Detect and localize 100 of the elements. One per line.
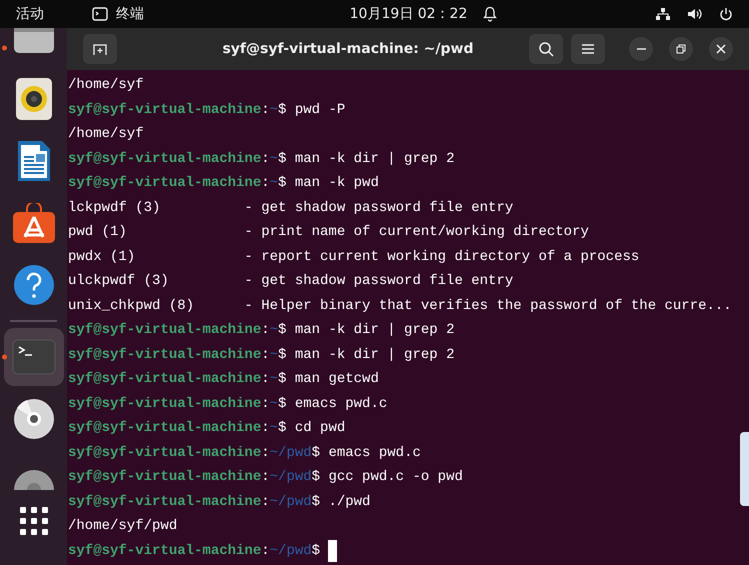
command-text: ./pwd [328,492,370,512]
terminal-icon[interactable] [12,339,56,375]
prompt-sign: $ [278,321,286,340]
activities-button[interactable]: 活动 [16,4,44,24]
prompt-user: syf@syf-virtual-machine [68,150,262,168]
drive-icon[interactable] [12,28,56,54]
manual-name: pwdx (1) [68,248,136,266]
prompt-sign: $ [278,346,286,364]
prompt-sign: $ [278,100,286,120]
prompt-separator: : [261,321,270,340]
new-tab-button[interactable] [83,34,117,64]
manual-description: - get shadow password file entry [244,198,514,218]
output-line: /home/syf [68,76,144,95]
prompt-user: syf@syf-virtual-machine [68,370,262,389]
command-text: man -k dir | grep 2 [294,150,454,168]
prompt-path: ~/pwd [270,492,312,512]
prompt-separator: : [261,394,270,414]
prompt-user: syf@syf-virtual-machine [68,492,262,512]
shopping-bag-icon[interactable] [12,203,54,243]
minimize-icon [636,48,646,50]
manual-description: - print name of current/working directory [244,223,589,242]
manual-description: - report current working directory of a process [244,248,640,266]
output-line: /home/syf/pwd [68,517,178,536]
search-button[interactable] [529,34,563,64]
command-text: emacs pwd.c [328,444,421,462]
prompt-separator: : [261,150,270,168]
minimize-button[interactable] [629,37,653,61]
prompt-sign: $ [312,468,320,487]
maximize-button[interactable] [669,37,693,61]
prompt-path: ~ [270,150,278,168]
help-icon[interactable] [12,264,54,306]
bell-icon [483,6,498,22]
command-text: gcc pwd.c -o pwd [328,468,463,487]
prompt-sign: $ [278,174,286,193]
document-icon[interactable] [16,139,52,183]
prompt-path: ~/pwd [270,444,312,462]
network-icon [655,7,671,21]
disc-icon[interactable] [12,398,54,440]
app-grid-icon[interactable] [20,507,48,535]
prompt-separator: : [261,419,270,438]
prompt-sign: $ [312,444,320,462]
prompt-path: ~/pwd [270,542,312,560]
output-line: /home/syf [68,125,144,144]
speaker-icon[interactable] [16,78,52,120]
prompt-sign: $ [278,394,286,414]
clock[interactable]: 10月19日 02：22 [350,4,468,24]
menu-button[interactable] [571,34,605,64]
manual-name: ulckpwdf (3) [68,272,170,291]
new-tab-icon [93,42,107,56]
prompt-path: ~ [270,100,278,120]
prompt-user: syf@syf-virtual-machine [68,346,262,364]
prompt-path: ~ [270,419,278,438]
prompt-path: ~ [270,394,278,414]
restore-icon [676,44,686,54]
prompt-path: ~ [270,321,278,340]
prompt-path: ~ [270,346,278,364]
prompt-separator: : [261,370,270,389]
power-icon [719,7,733,21]
menu-icon [581,43,595,55]
scrollbar-thumb[interactable] [740,432,749,506]
prompt-separator: : [261,542,270,560]
manual-name: unix_chkpwd (8) [68,296,196,316]
command-text: emacs pwd.c [294,394,388,414]
manual-name: lckpwdf (3) [68,198,162,218]
prompt-separator: : [261,468,270,487]
prompt-separator: : [261,492,270,512]
prompt-user: syf@syf-virtual-machine [68,100,262,120]
prompt-user: syf@syf-virtual-machine [68,174,262,193]
manual-name: pwd (1) [68,223,128,242]
prompt-user: syf@syf-virtual-machine [68,419,262,438]
terminal-icon [92,7,108,21]
command-text: man -k dir | grep 2 [294,346,454,364]
close-button[interactable] [709,37,733,61]
prompt-separator: : [261,100,270,120]
prompt-separator: : [261,174,270,193]
running-indicator [2,46,7,50]
command-text: man -k dir | grep 2 [294,321,454,340]
prompt-sign: $ [312,492,320,512]
manual-description: - get shadow password file entry [244,272,514,291]
prompt-path: ~/pwd [270,468,312,487]
manual-description: - Helper binary that verifies the password of the curre... [244,296,732,316]
prompt-user: syf@syf-virtual-machine [68,321,262,340]
prompt-sign: $ [312,542,320,560]
volume-icon [687,7,703,21]
command-text: pwd -P [294,100,346,120]
close-icon [716,44,726,54]
prompt-separator: : [261,346,270,364]
command-text: man -k pwd [294,174,379,193]
prompt-path: ~ [270,370,278,389]
prompt-separator: : [261,444,270,462]
window-title: syf@syf-virtual-machine: ~/pwd [221,40,475,58]
prompt-user: syf@syf-virtual-machine [68,394,262,414]
prompt-sign: $ [278,150,286,168]
prompt-user: syf@syf-virtual-machine [68,444,262,462]
prompt-sign: $ [278,419,286,438]
app-menu[interactable]: 终端 [116,4,144,24]
prompt-sign: $ [278,370,286,389]
prompt-user: syf@syf-virtual-machine [68,468,262,487]
running-indicator [2,354,7,360]
search-icon [538,41,554,57]
